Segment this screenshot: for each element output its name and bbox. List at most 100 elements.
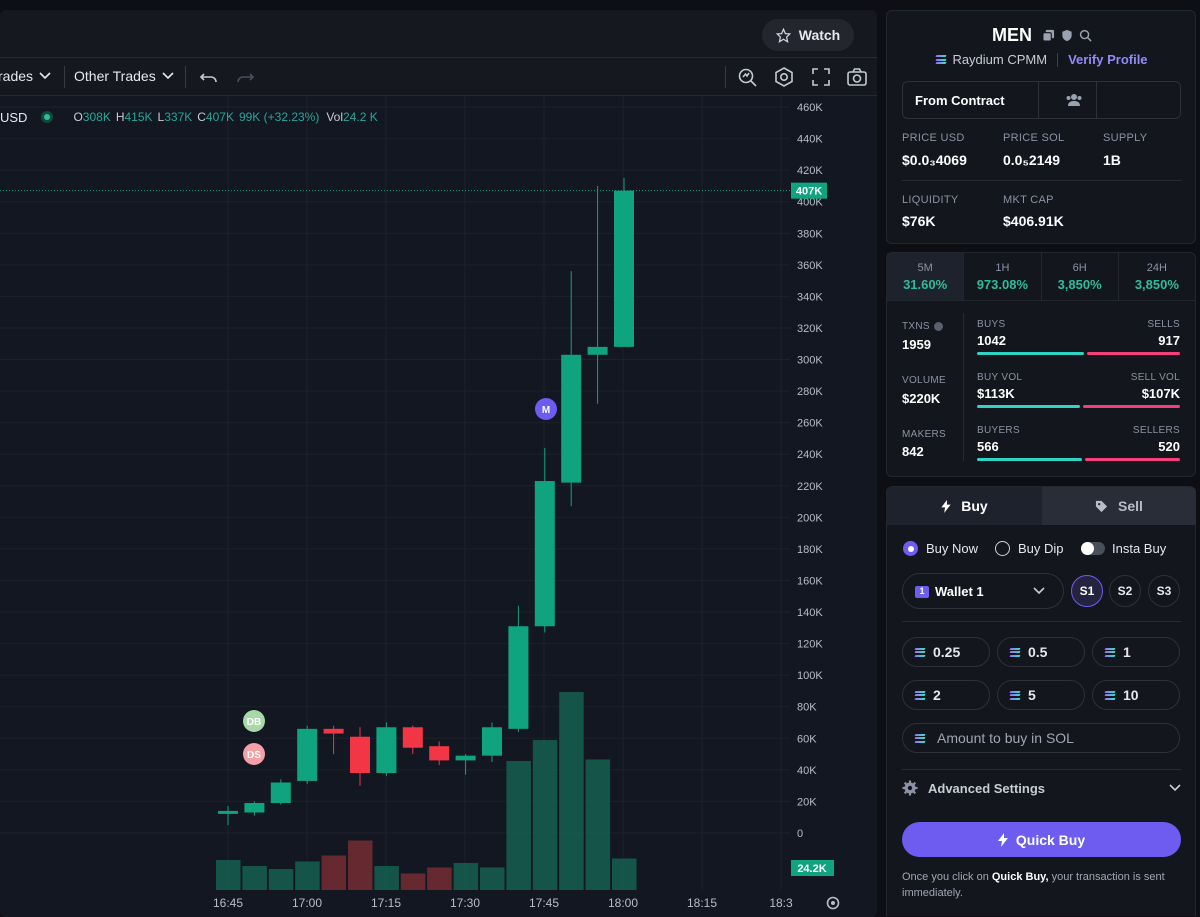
advanced-settings-toggle[interactable]: Advanced Settings xyxy=(902,773,1181,803)
y-tick-label: 100K xyxy=(797,670,823,682)
y-tick-label: 280K xyxy=(797,386,823,398)
amount-button[interactable]: 0.5 xyxy=(997,637,1085,667)
amount-button[interactable]: 5 xyxy=(997,680,1085,710)
candle-body xyxy=(534,481,555,627)
quick-buy-button[interactable]: Quick Buy xyxy=(902,822,1181,857)
candle-body xyxy=(482,727,502,756)
volume-bar xyxy=(427,867,452,890)
mode-buy-dip[interactable]: Buy Dip xyxy=(995,541,1064,556)
amount-label: 1 xyxy=(1123,644,1131,660)
amount-button[interactable]: 10 xyxy=(1092,680,1180,710)
wallet-icon: 1 xyxy=(915,584,929,598)
y-tick-label: 440K xyxy=(797,134,823,146)
candle-body xyxy=(323,728,344,734)
change-tab-6h[interactable]: 6H 3,850% xyxy=(1040,253,1118,300)
txns-label-row: TXNS xyxy=(902,321,943,332)
sells-label: SELLS xyxy=(1147,319,1180,330)
watch-label: Watch xyxy=(798,27,841,43)
amount-label: 2 xyxy=(933,687,941,703)
y-tick-label: 20K xyxy=(797,796,817,808)
token-header: MEN xyxy=(887,25,1197,46)
supply-value: 1B xyxy=(1103,152,1121,168)
divider xyxy=(1057,52,1059,67)
amount-button[interactable]: 1 xyxy=(1092,637,1180,667)
volume-bar xyxy=(348,840,373,890)
current-price-tag-label: 407K xyxy=(796,186,822,198)
volume-bar xyxy=(400,873,426,890)
tab-buy[interactable]: Buy xyxy=(887,487,1042,525)
chart-toolbar: rades Other Trades xyxy=(0,58,877,96)
solana-icon xyxy=(914,733,926,743)
toolbar-divider xyxy=(64,66,65,88)
price-sol-label: PRICE SOL xyxy=(1003,132,1065,144)
solana-icon xyxy=(914,690,926,700)
tab-sell[interactable]: Sell xyxy=(1042,487,1196,525)
y-tick-label: 180K xyxy=(797,544,823,556)
change-tab-1h[interactable]: 1H 973.08% xyxy=(963,253,1040,300)
price-chart[interactable]: 460K440K420K400K380K360K340K320K300K280K… xyxy=(0,10,877,917)
volume-bar xyxy=(216,860,241,890)
volume-value: $220K xyxy=(902,391,941,406)
gear-icon xyxy=(902,780,918,796)
y-tick-label: 320K xyxy=(797,323,823,335)
wallet-select[interactable]: 1 Wallet 1 xyxy=(902,573,1064,609)
amount-input[interactable]: Amount to buy in SOL xyxy=(902,723,1180,753)
copy-icon[interactable] xyxy=(1042,29,1055,42)
other-trades-dropdown[interactable]: Other Trades xyxy=(74,68,174,84)
slot-s3-button[interactable]: S3 xyxy=(1148,575,1180,607)
holders-button[interactable] xyxy=(1051,82,1097,118)
y-tick-label: 420K xyxy=(797,165,823,177)
toolbar-divider xyxy=(725,66,726,88)
trades-dropdown[interactable]: rades xyxy=(0,68,51,84)
from-contract-button[interactable]: From Contract xyxy=(903,82,1039,118)
price-sol-value: 0.0₅2149 xyxy=(1003,152,1061,168)
verify-profile-link[interactable]: Verify Profile xyxy=(1068,52,1147,67)
sells-value: 917 xyxy=(1158,333,1180,348)
amount-input-placeholder: Amount to buy in SOL xyxy=(937,730,1074,746)
shield-icon[interactable] xyxy=(1061,29,1073,42)
info-icon[interactable] xyxy=(933,322,943,331)
volume-bar xyxy=(453,863,479,890)
x-tick-label: 17:15 xyxy=(371,896,401,910)
divider xyxy=(902,180,1181,181)
change-tab-value: 973.08% xyxy=(976,276,1029,292)
settings-icon[interactable] xyxy=(773,66,795,88)
note-bold: Quick Buy, xyxy=(991,871,1049,883)
y-tick-label: 160K xyxy=(797,575,823,587)
toolbar-divider xyxy=(185,66,186,88)
slot-s1-button[interactable]: S1 xyxy=(1071,575,1103,607)
volume-bar xyxy=(242,866,267,890)
y-tick-label: 260K xyxy=(797,418,823,430)
amount-label: 0.25 xyxy=(933,644,961,660)
search-icon[interactable] xyxy=(1079,29,1092,42)
fullscreen-icon[interactable] xyxy=(810,66,832,88)
amount-button[interactable]: 0.25 xyxy=(902,637,990,667)
change-tab-label: 24H xyxy=(1146,261,1167,274)
chart-topbar: Watch xyxy=(0,10,877,58)
amount-button[interactable]: 2 xyxy=(902,680,990,710)
star-icon xyxy=(775,27,791,43)
y-tick-label: 120K xyxy=(797,639,823,651)
y-tick-label: 380K xyxy=(797,228,823,240)
change-tab-value: 3,850% xyxy=(1134,276,1179,292)
chevron-down-icon xyxy=(39,72,51,80)
change-tab-5m[interactable]: 5M 31.60% xyxy=(887,253,964,300)
buyvol-value: $113K xyxy=(977,386,1015,401)
wallet-label: Wallet 1 xyxy=(935,583,984,599)
undo-icon[interactable] xyxy=(198,66,220,88)
indicator-search-icon[interactable] xyxy=(736,66,758,88)
volume-bar xyxy=(268,869,294,890)
chevron-down-icon xyxy=(1169,784,1181,792)
contract-row: From Contract xyxy=(902,81,1181,119)
migration-marker-label: M xyxy=(542,405,550,416)
mode-buy-now[interactable]: Buy Now xyxy=(903,541,978,556)
y-tick-label: 60K xyxy=(797,733,817,745)
watch-button[interactable]: Watch xyxy=(762,19,854,51)
camera-icon[interactable] xyxy=(846,66,868,88)
candle-body xyxy=(614,190,634,347)
change-tab-24h[interactable]: 24H 3,850% xyxy=(1117,253,1195,300)
liquidity-label: LIQUIDITY xyxy=(902,194,959,206)
slot-s2-button[interactable]: S2 xyxy=(1109,575,1141,607)
redo-icon[interactable] xyxy=(234,66,256,88)
insta-buy-toggle[interactable]: Insta Buy xyxy=(1081,541,1166,556)
